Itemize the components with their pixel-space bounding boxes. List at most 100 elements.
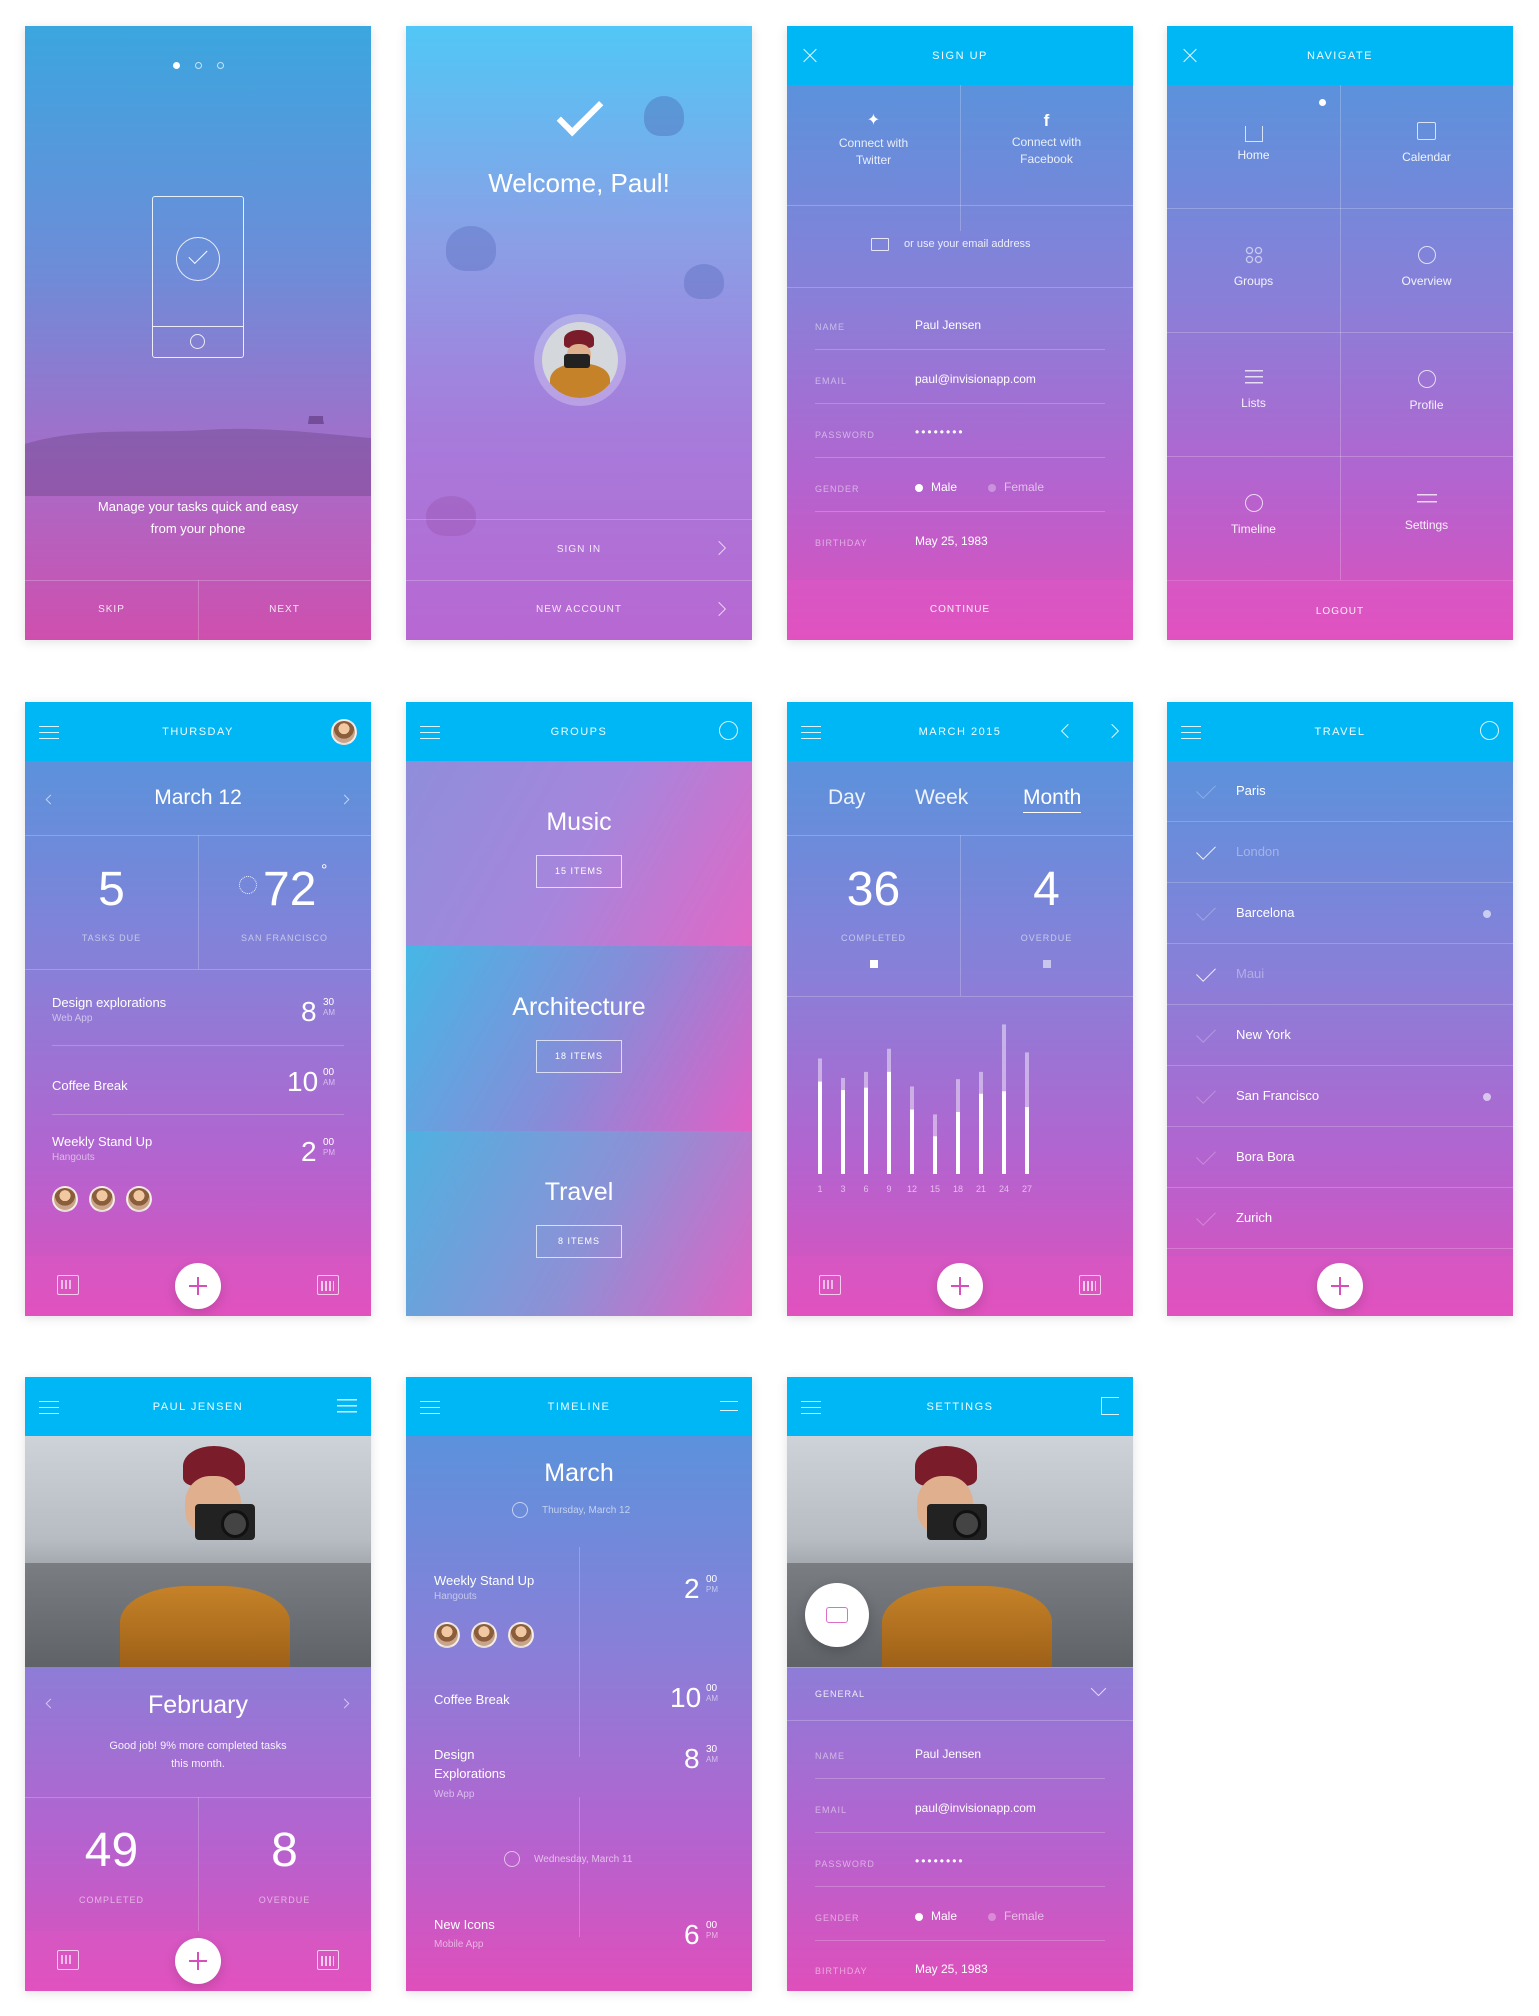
email-field[interactable]: paul@invisionapp.com <box>915 1801 1036 1815</box>
nav-item-settings[interactable]: Settings <box>1340 494 1513 532</box>
nav-item-home[interactable]: Home <box>1167 122 1340 162</box>
attendee-avatar[interactable] <box>52 1186 78 1212</box>
calendar-icon[interactable] <box>57 1950 79 1970</box>
email-field[interactable]: paul@invisionapp.com <box>915 372 1036 386</box>
menu-icon[interactable] <box>420 1401 440 1419</box>
birthday-field[interactable]: May 25, 1983 <box>915 534 988 548</box>
nav-item-overview[interactable]: Overview <box>1340 246 1513 288</box>
attendee-avatar[interactable] <box>126 1186 152 1212</box>
list-item[interactable]: San Francisco <box>1167 1066 1513 1127</box>
page-dot[interactable] <box>217 62 224 69</box>
password-field[interactable]: •••••••• <box>915 1854 965 1868</box>
checkmark-icon[interactable] <box>1196 1084 1216 1104</box>
nav-item-profile[interactable]: Profile <box>1340 370 1513 412</box>
group-card-architecture[interactable]: Architecture 18 ITEMS <box>406 946 752 1131</box>
event-title[interactable]: Design explorations <box>52 995 166 1010</box>
gender-male-radio[interactable]: Male <box>915 480 957 494</box>
list-item[interactable]: Maui <box>1167 944 1513 1005</box>
connect-facebook-button[interactable]: f Connect with Facebook <box>960 112 1133 168</box>
menu-icon[interactable] <box>420 726 440 744</box>
nav-item-timeline[interactable]: Timeline <box>1167 494 1340 536</box>
event-hour: 10 <box>670 1682 702 1713</box>
checkmark-icon[interactable] <box>1196 840 1216 860</box>
add-task-button[interactable] <box>175 1938 221 1984</box>
radio-icon <box>988 1912 996 1921</box>
logout-icon[interactable] <box>1101 1397 1119 1415</box>
checkmark-icon[interactable] <box>1196 962 1216 982</box>
gender-male-radio[interactable]: Male <box>915 1909 957 1923</box>
sign-in-button[interactable]: SIGN IN <box>406 544 752 555</box>
attendee-avatar[interactable] <box>471 1622 497 1648</box>
group-card-music[interactable]: Music 15 ITEMS <box>406 761 752 946</box>
connect-twitter-button[interactable]: ✦ Connect with Twitter <box>787 112 960 169</box>
checkmark-icon[interactable] <box>1196 1206 1216 1226</box>
chart-icon[interactable] <box>317 1275 339 1295</box>
checkmark-icon[interactable] <box>1196 901 1216 921</box>
close-icon[interactable] <box>801 48 817 64</box>
event-title[interactable]: Coffee Break <box>52 1078 128 1093</box>
menu-icon[interactable] <box>801 726 821 744</box>
nav-item-calendar[interactable]: Calendar <box>1340 122 1513 164</box>
tab-day[interactable]: Day <box>828 786 865 810</box>
calendar-icon <box>1417 122 1436 140</box>
tab-week[interactable]: Week <box>915 786 968 810</box>
event-title[interactable]: Weekly Stand Up <box>52 1134 152 1149</box>
list-item[interactable]: London <box>1167 822 1513 883</box>
list-item[interactable]: Zurich <box>1167 1188 1513 1249</box>
search-icon[interactable] <box>1480 721 1499 740</box>
checkmark-icon[interactable] <box>1196 1023 1216 1043</box>
name-field[interactable]: Paul Jensen <box>915 1747 981 1761</box>
add-task-button[interactable] <box>937 1263 983 1309</box>
checkmark-icon[interactable] <box>1196 779 1216 799</box>
close-icon[interactable] <box>1181 48 1197 64</box>
attendee-avatar[interactable] <box>89 1186 115 1212</box>
chevron-left-icon[interactable] <box>1060 723 1076 739</box>
menu-icon[interactable] <box>39 1401 59 1419</box>
tab-month[interactable]: Month <box>1023 786 1082 813</box>
change-photo-button[interactable] <box>805 1583 869 1647</box>
logout-button[interactable]: LOGOUT <box>1167 606 1513 617</box>
event-title[interactable]: Coffee Break <box>434 1692 510 1707</box>
gender-female-radio[interactable]: Female <box>988 1909 1044 1923</box>
list-item[interactable]: New York <box>1167 1005 1513 1066</box>
sliders-icon[interactable] <box>337 1399 357 1413</box>
chart-icon[interactable] <box>317 1950 339 1970</box>
calendar-icon[interactable] <box>819 1275 841 1295</box>
menu-icon[interactable] <box>1181 726 1201 744</box>
nav-item-groups[interactable]: Groups <box>1167 246 1340 288</box>
event-title[interactable]: Design Explorations <box>434 1745 534 1783</box>
attendee-avatar[interactable] <box>508 1622 534 1648</box>
next-button[interactable]: NEXT <box>198 604 371 615</box>
gender-female-radio[interactable]: Female <box>988 480 1044 494</box>
checkmark-icon[interactable] <box>1196 1145 1216 1165</box>
filter-icon[interactable] <box>720 1401 738 1411</box>
attendee-avatar[interactable] <box>434 1622 460 1648</box>
nav-item-lists[interactable]: Lists <box>1167 370 1340 410</box>
password-field[interactable]: •••••••• <box>915 425 965 439</box>
skip-button[interactable]: SKIP <box>25 604 198 615</box>
page-dot[interactable] <box>195 62 202 69</box>
search-icon[interactable] <box>719 721 738 740</box>
groups-icon <box>1244 246 1263 264</box>
add-city-button[interactable] <box>1317 1263 1363 1309</box>
event-title[interactable]: Weekly Stand Up <box>434 1573 534 1588</box>
menu-icon[interactable] <box>801 1401 821 1419</box>
completed-label: COMPLETED <box>78 1895 144 1905</box>
add-task-button[interactable] <box>175 1263 221 1309</box>
list-item[interactable]: Barcelona <box>1167 883 1513 944</box>
calendar-icon[interactable] <box>57 1275 79 1295</box>
chart-icon[interactable] <box>1079 1275 1101 1295</box>
page-dot-active[interactable] <box>173 62 180 69</box>
list-item[interactable]: Paris <box>1167 761 1513 822</box>
group-card-travel[interactable]: Travel 8 ITEMS <box>406 1131 752 1316</box>
list-item[interactable]: Bora Bora <box>1167 1127 1513 1188</box>
avatar[interactable] <box>331 719 357 745</box>
new-account-button[interactable]: NEW ACCOUNT <box>406 604 752 615</box>
name-field[interactable]: Paul Jensen <box>915 318 981 332</box>
birthday-field[interactable]: May 25, 1983 <box>915 1962 988 1976</box>
chevron-down-icon[interactable] <box>1090 1680 1107 1697</box>
continue-button[interactable]: CONTINUE <box>787 604 1133 615</box>
chevron-right-icon[interactable] <box>1104 723 1120 739</box>
menu-icon[interactable] <box>39 726 59 744</box>
event-title[interactable]: New Icons <box>434 1917 495 1932</box>
